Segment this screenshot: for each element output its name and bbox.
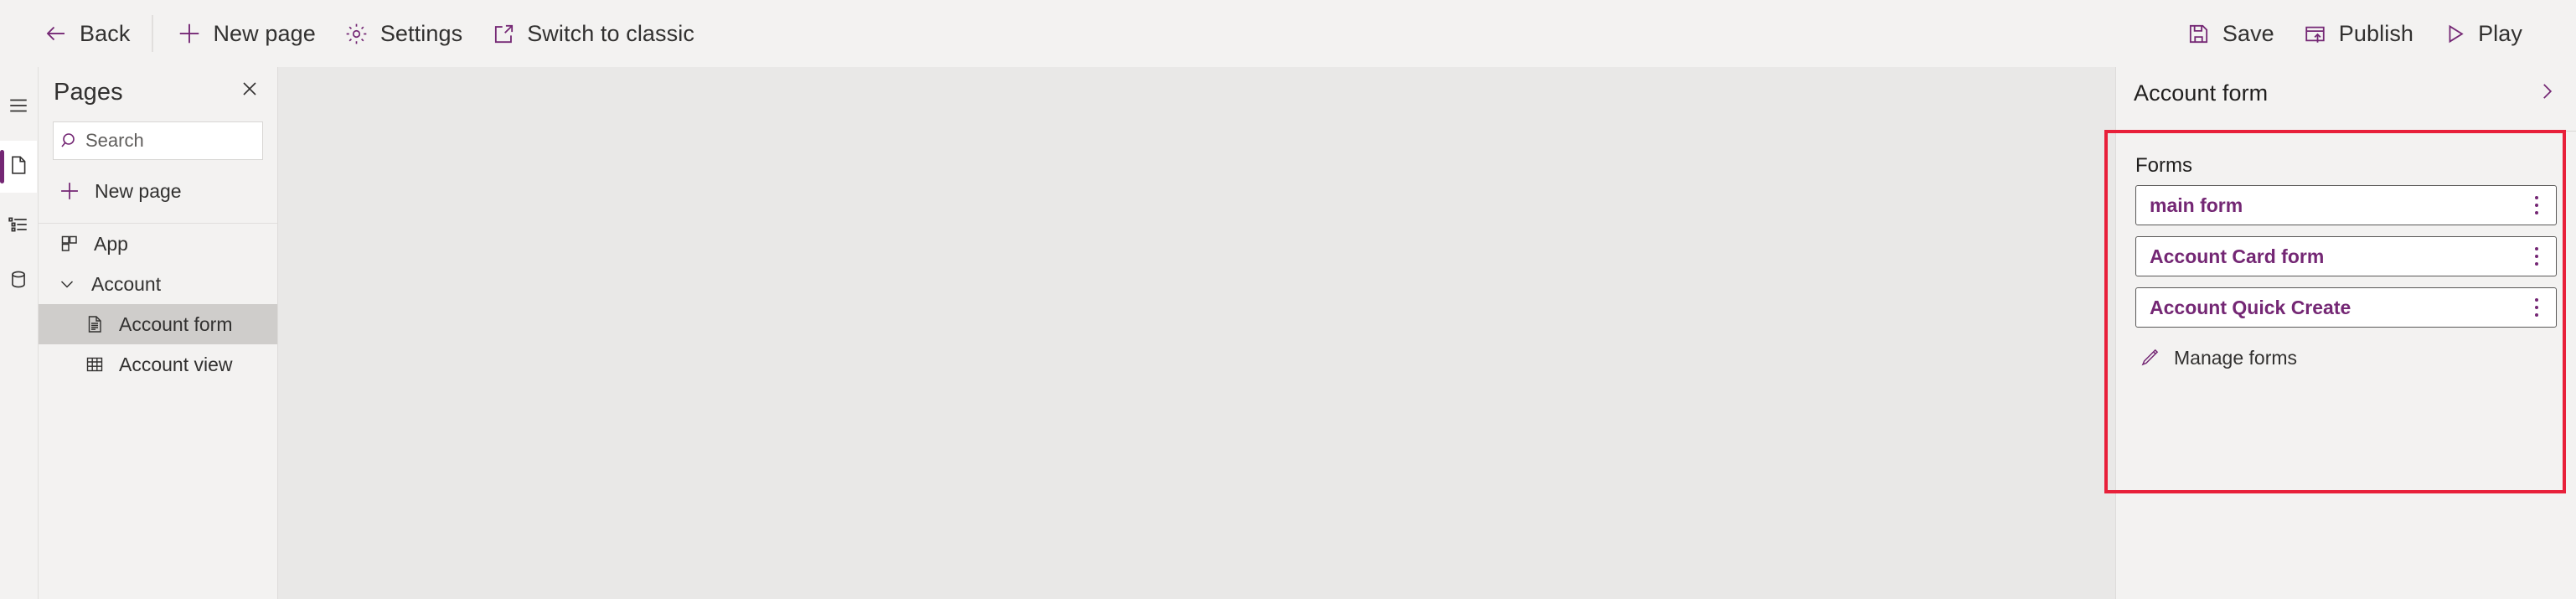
- command-bar-divider: [152, 15, 154, 52]
- arrow-left-icon: [42, 19, 70, 48]
- properties-panel-body: Forms main form Account Card form Accoun…: [2116, 154, 2576, 377]
- gear-icon: [343, 19, 371, 48]
- back-button-label: Back: [80, 20, 131, 46]
- tree-item-account-view-label: Account view: [119, 353, 233, 375]
- close-pages-panel-button[interactable]: [233, 74, 266, 107]
- left-icon-rail: [0, 67, 37, 599]
- play-button[interactable]: Play: [2427, 8, 2536, 59]
- new-page-link[interactable]: New page: [39, 170, 277, 212]
- pages-panel: Pages New pa: [38, 67, 327, 599]
- back-button[interactable]: Back: [28, 8, 143, 59]
- tree-item-app[interactable]: App: [39, 224, 277, 264]
- plus-icon: [55, 177, 84, 205]
- switch-to-classic-button[interactable]: Switch to classic: [476, 8, 708, 59]
- settings-button-label: Settings: [379, 20, 463, 46]
- rail-top-spacer: [0, 67, 37, 85]
- chevron-right-icon: [2536, 80, 2558, 106]
- manage-forms-link-label: Manage forms: [2174, 346, 2298, 369]
- design-canvas[interactable]: [277, 67, 2115, 599]
- rail-spacer: [0, 129, 37, 141]
- settings-button[interactable]: Settings: [329, 8, 476, 59]
- plus-icon: [175, 19, 204, 48]
- tree-item-app-label: App: [94, 232, 128, 255]
- publish-button-label: Publish: [2338, 20, 2414, 46]
- tree-item-account[interactable]: Account: [39, 264, 277, 304]
- rail-spacer: [0, 248, 37, 260]
- properties-panel-divider: [2116, 131, 2576, 132]
- save-button-label: Save: [2222, 20, 2274, 46]
- close-icon: [240, 79, 260, 103]
- pencil-edit-icon: [2135, 343, 2164, 372]
- tree-item-account-form[interactable]: Account form: [39, 304, 277, 344]
- command-bar-left-group: Back New page Settings Switch to classic: [0, 0, 708, 67]
- form-document-icon: [80, 310, 109, 338]
- publish-button[interactable]: Publish: [2288, 8, 2427, 59]
- play-icon: [2440, 19, 2469, 48]
- pages-panel-title: Pages: [54, 78, 123, 106]
- kebab-menu-icon[interactable]: [2522, 237, 2551, 276]
- pages-tree: App Account Account form Account view: [39, 223, 277, 385]
- properties-panel-header: Account form: [2116, 67, 2576, 119]
- expand-properties-panel-button[interactable]: [2529, 75, 2564, 111]
- open-in-new-window-icon: [489, 19, 518, 48]
- rail-spacer: [0, 193, 37, 204]
- database-icon: [8, 269, 29, 295]
- form-list-item-label: Account Card form: [2150, 245, 2325, 267]
- rail-item-data[interactable]: [0, 260, 37, 303]
- chevron-down-icon[interactable]: [53, 270, 81, 298]
- kebab-menu-icon[interactable]: [2522, 186, 2551, 225]
- search-box[interactable]: [53, 121, 327, 160]
- rail-item-pages[interactable]: [0, 141, 37, 193]
- command-bar: Back New page Settings Switch to classic…: [0, 0, 2576, 67]
- app-grid-icon: [55, 230, 84, 258]
- app-root: Back New page Settings Switch to classic…: [0, 0, 2576, 599]
- tree-item-account-view[interactable]: Account view: [39, 344, 277, 385]
- form-list-item-main-form[interactable]: main form: [2135, 185, 2557, 225]
- page-icon: [8, 154, 29, 180]
- properties-panel: Account form Forms main form Account Car…: [2115, 67, 2576, 599]
- save-button[interactable]: Save: [2171, 8, 2288, 59]
- forms-section-label: Forms: [2135, 154, 2192, 177]
- table-grid-icon: [80, 350, 109, 379]
- switch-to-classic-button-label: Switch to classic: [527, 20, 694, 46]
- new-page-button[interactable]: New page: [162, 8, 328, 59]
- form-list-item-label: Account Quick Create: [2150, 296, 2351, 318]
- new-page-link-label: New page: [95, 179, 182, 202]
- hamburger-icon: [8, 95, 29, 121]
- form-list-item-account-quick-create[interactable]: Account Quick Create: [2135, 287, 2557, 328]
- tree-item-account-label: Account: [91, 272, 162, 295]
- search-icon: [54, 131, 85, 151]
- play-button-label: Play: [2478, 20, 2522, 46]
- command-bar-right-group: Save Publish Play: [2171, 0, 2576, 67]
- pages-panel-header: Pages: [39, 67, 277, 117]
- kebab-menu-icon[interactable]: [2522, 288, 2551, 327]
- properties-panel-title: Account form: [2134, 80, 2269, 106]
- save-icon: [2185, 19, 2213, 48]
- list-tree-icon: [8, 214, 29, 240]
- form-list-item-account-card-form[interactable]: Account Card form: [2135, 236, 2557, 276]
- tree-item-account-form-label: Account form: [119, 312, 233, 335]
- rail-item-hamburger[interactable]: [0, 85, 37, 129]
- form-list-item-label: main form: [2150, 194, 2243, 216]
- rail-item-navigation[interactable]: [0, 204, 37, 248]
- new-page-button-label: New page: [213, 20, 316, 46]
- manage-forms-link[interactable]: Manage forms: [2135, 338, 2557, 377]
- publish-icon: [2301, 19, 2330, 48]
